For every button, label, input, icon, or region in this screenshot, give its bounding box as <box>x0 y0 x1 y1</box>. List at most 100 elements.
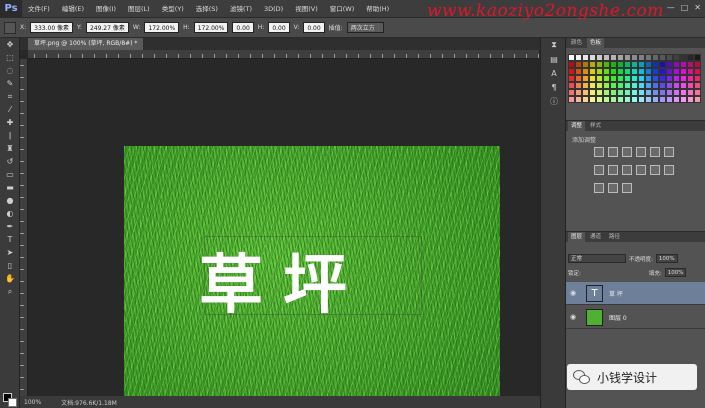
swatch-cell[interactable] <box>659 75 666 82</box>
swatch-cell[interactable] <box>596 96 603 103</box>
info-icon[interactable]: ⓘ <box>541 94 567 108</box>
swatch-cell[interactable] <box>589 61 596 68</box>
swatch-cell[interactable] <box>687 68 694 75</box>
swatch-cell[interactable] <box>568 68 575 75</box>
fill-field[interactable]: 100% <box>664 268 687 277</box>
swatch-cell[interactable] <box>673 96 680 103</box>
swatch-cell[interactable] <box>617 54 624 61</box>
swatch-cell[interactable] <box>582 89 589 96</box>
swatch-cell[interactable] <box>652 68 659 75</box>
gradient-tool-icon[interactable]: ▬ <box>0 181 20 194</box>
swatch-cell[interactable] <box>645 82 652 89</box>
swatch-cell[interactable] <box>617 96 624 103</box>
menu-view[interactable]: 视图(V) <box>289 0 324 18</box>
adjustment-icon[interactable] <box>594 183 604 193</box>
swatch-cell[interactable] <box>666 89 673 96</box>
pen-tool-icon[interactable]: ✒ <box>0 220 20 233</box>
swatch-cell[interactable] <box>659 96 666 103</box>
swatch-cell[interactable] <box>610 61 617 68</box>
marquee-tool-icon[interactable]: ⬚ <box>0 51 20 64</box>
swatch-cell[interactable] <box>596 61 603 68</box>
swatch-cell[interactable] <box>680 82 687 89</box>
document-tab[interactable]: 草坪.png @ 100% (草坪, RGB/8#) * <box>28 38 144 50</box>
swatch-cell[interactable] <box>680 68 687 75</box>
swatch-cell[interactable] <box>631 75 638 82</box>
swatch-cell[interactable] <box>659 54 666 61</box>
menu-image[interactable]: 图像(I) <box>90 0 122 18</box>
blend-mode-select[interactable]: 正常 <box>568 254 626 263</box>
shape-tool-icon[interactable]: ▯ <box>0 259 20 272</box>
swatch-cell[interactable] <box>617 82 624 89</box>
layer-name[interactable]: 图层 0 <box>609 313 627 322</box>
adjustment-icon[interactable] <box>622 147 632 157</box>
menu-file[interactable]: 文件(F) <box>22 0 56 18</box>
adjustment-icon[interactable] <box>594 165 604 175</box>
swatch-cell[interactable] <box>638 82 645 89</box>
path-select-tool-icon[interactable]: ➤ <box>0 246 20 259</box>
hand-tool-icon[interactable]: ✋ <box>0 272 20 285</box>
swatch-cell[interactable] <box>568 61 575 68</box>
menu-3d[interactable]: 3D(D) <box>258 0 289 18</box>
adjustment-icon[interactable] <box>664 147 674 157</box>
tab-color[interactable]: 颜色 <box>568 38 585 48</box>
swatch-cell[interactable] <box>624 89 631 96</box>
lasso-tool-icon[interactable]: ◌ <box>0 64 20 77</box>
zoom-tool-icon[interactable]: ⌕ <box>0 285 20 298</box>
move-tool-icon[interactable]: ✥ <box>0 38 20 51</box>
hskew-field[interactable]: 0.00 <box>268 22 290 33</box>
zoom-level[interactable]: 100% <box>24 399 41 406</box>
swatch-cell[interactable] <box>631 82 638 89</box>
swatch-cell[interactable] <box>617 75 624 82</box>
swatch-cell[interactable] <box>610 89 617 96</box>
menu-filter[interactable]: 滤镜(T) <box>224 0 258 18</box>
swatch-cell[interactable] <box>575 68 582 75</box>
history-brush-tool-icon[interactable]: ↺ <box>0 155 20 168</box>
swatch-cell[interactable] <box>582 54 589 61</box>
swatch-cell[interactable] <box>652 96 659 103</box>
swatch-cell[interactable] <box>687 96 694 103</box>
layer-name[interactable]: 草 坪 <box>609 289 623 298</box>
swatch-cell[interactable] <box>631 96 638 103</box>
swatch-cell[interactable] <box>652 75 659 82</box>
angle-field[interactable]: 0.00 <box>232 22 254 33</box>
swatch-cell[interactable] <box>603 68 610 75</box>
swatch-cell[interactable] <box>666 96 673 103</box>
maximize-icon[interactable]: □ <box>681 3 689 12</box>
swatch-cell[interactable] <box>694 68 701 75</box>
swatch-cell[interactable] <box>666 75 673 82</box>
swatch-cell[interactable] <box>624 75 631 82</box>
menu-window[interactable]: 窗口(W) <box>324 0 361 18</box>
swatch-cell[interactable] <box>610 54 617 61</box>
swatch-cell[interactable] <box>631 61 638 68</box>
swatch-cell[interactable] <box>694 61 701 68</box>
swatch-cell[interactable] <box>575 82 582 89</box>
menu-edit[interactable]: 编辑(E) <box>56 0 90 18</box>
swatch-cell[interactable] <box>638 68 645 75</box>
quick-select-tool-icon[interactable]: ✎ <box>0 77 20 90</box>
adjustment-icon[interactable] <box>608 183 618 193</box>
swatch-cell[interactable] <box>610 82 617 89</box>
swatch-cell[interactable] <box>687 82 694 89</box>
swatch-cell[interactable] <box>631 89 638 96</box>
eye-icon[interactable]: ◉ <box>566 289 580 297</box>
swatch-cell[interactable] <box>582 96 589 103</box>
adjustment-icon[interactable] <box>636 147 646 157</box>
menu-type[interactable]: 类型(Y) <box>156 0 190 18</box>
adjustment-icon[interactable] <box>664 165 674 175</box>
swatch-cell[interactable] <box>666 54 673 61</box>
swatch-cell[interactable] <box>603 61 610 68</box>
character-icon[interactable]: A <box>541 66 567 80</box>
eraser-tool-icon[interactable]: ▭ <box>0 168 20 181</box>
menu-help[interactable]: 帮助(H) <box>360 0 395 18</box>
swatch-cell[interactable] <box>603 82 610 89</box>
eye-icon[interactable]: ◉ <box>566 313 580 321</box>
dodge-tool-icon[interactable]: ◐ <box>0 207 20 220</box>
swatch-cell[interactable] <box>652 89 659 96</box>
swatch-cell[interactable] <box>617 68 624 75</box>
layer-row-image[interactable]: ◉ 图层 0 <box>566 306 705 329</box>
vskew-field[interactable]: 0.00 <box>303 22 325 33</box>
tab-adjustments[interactable]: 调整 <box>568 121 586 131</box>
swatch-cell[interactable] <box>575 54 582 61</box>
swatch-cell[interactable] <box>694 54 701 61</box>
swatch-cell[interactable] <box>624 96 631 103</box>
